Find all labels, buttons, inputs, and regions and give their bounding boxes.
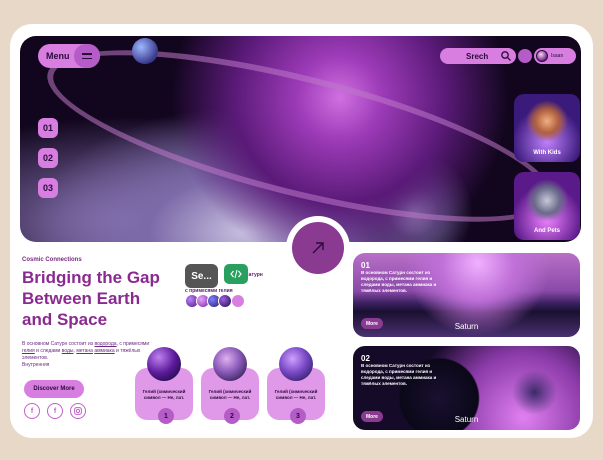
menu-label: Menu [46,51,70,61]
planet-image [147,347,181,381]
arrow-up-right-icon [312,242,324,254]
link-methane[interactable]: метана [76,348,93,354]
link-helium[interactable]: гелия [22,348,35,354]
thumbnail-label: And Pets [533,228,560,234]
body-text: Внутренняя [22,362,50,368]
notification-dot[interactable] [518,49,532,63]
page-title: Bridging the Gap Between Earth and Space [22,267,202,330]
avatar-group [185,294,255,308]
card-number: 01 [361,261,370,270]
facebook-icon[interactable]: f [24,403,40,419]
thumbnail-and-pets[interactable]: And Pets [514,172,580,240]
headline-line: Between Earth [22,289,141,308]
eyebrow-label: Cosmic Connections [22,257,82,263]
moon-image [132,38,158,64]
planet-caption: Гелий (химический символ — He, лат. [142,389,186,400]
avatar [218,294,232,308]
facebook-icon[interactable]: f [47,403,63,419]
planet-ring [33,36,567,242]
card-number: 02 [361,354,370,363]
avatar [536,50,548,62]
saturn-card-01[interactable]: 01 В основном Сатурн состоит из водорода… [353,253,580,337]
body-text: В основном Сатурн состоит из [22,341,95,347]
thumbnail-with-kids[interactable]: With Kids [514,94,580,162]
slide-nav-01[interactable]: 01 [38,118,58,138]
planet-caption: Гелий (химический символ — He, лат. [274,389,318,400]
card-description: В основном Сатурн состоит из водорода, с… [361,270,437,293]
search-bar[interactable]: Srech [440,48,516,64]
slide-nav-03[interactable]: 03 [38,178,58,198]
avatar [231,294,245,308]
slide-nav-02[interactable]: 02 [38,148,58,168]
card-title: Saturn [454,322,479,331]
planet-number: 3 [290,408,306,424]
hamburger-icon[interactable] [74,44,100,68]
hero-banner: Menu Srech Isaan 01 02 03 With Kids And … [20,36,581,242]
thumbnail-label: With Kids [533,150,561,156]
menu-button[interactable]: Menu [38,44,100,68]
user-name: Isaan [551,53,564,59]
planet-number: 2 [224,408,240,424]
tag-chip-search[interactable]: Se... [185,264,218,288]
body-text: и следами [34,348,62,354]
code-icon[interactable] [224,264,248,284]
card-title: Saturn [454,415,479,424]
body-text: , с примесями [116,341,150,347]
main-card: Menu Srech Isaan 01 02 03 With Kids And … [10,24,593,438]
link-water[interactable]: воды [62,348,74,354]
planet-caption: Гелий (химический символ — He, лат. [208,389,252,400]
user-profile-button[interactable]: Isaan [534,48,576,64]
headline-line: Bridging the Gap [22,268,160,287]
arrow-button[interactable] [292,222,344,274]
search-label: Srech [466,51,489,61]
card-description: В основном Сатурн состоит из водорода, с… [361,363,437,386]
instagram-icon[interactable] [70,403,86,419]
headline-line: and Space [22,310,108,329]
planet-number: 1 [158,408,174,424]
saturn-card-02[interactable]: 02 В основном Сатурн состоит из водорода… [353,346,580,430]
link-hydrogen[interactable]: водорода [94,341,116,347]
search-icon[interactable] [500,50,512,62]
planet-image [279,347,313,381]
planet-image [213,347,247,381]
discover-more-button[interactable]: Discover More [24,380,84,398]
link-ammonia[interactable]: аммиака [94,348,114,354]
intro-paragraph: В основном Сатурн состоит из водорода, с… [22,341,162,369]
